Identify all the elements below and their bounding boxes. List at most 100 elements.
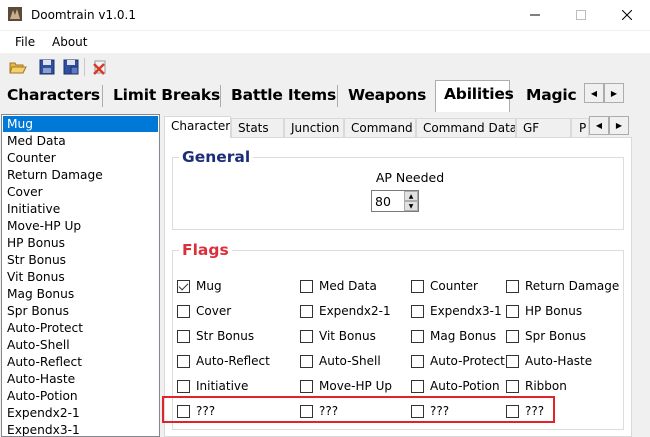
flag-checkbox[interactable]: Spr Bonus bbox=[506, 328, 586, 344]
maximize-icon bbox=[576, 10, 586, 20]
abilities-list[interactable]: Mug Med Data Counter Return Damage Cover… bbox=[1, 114, 160, 437]
list-item[interactable]: Auto-Potion bbox=[2, 388, 159, 405]
flag-label: HP Bonus bbox=[525, 304, 583, 318]
flags-title: Flags bbox=[179, 241, 232, 259]
list-item[interactable]: Initiative bbox=[2, 201, 159, 218]
tab-limit-breaks[interactable]: Limit Breaks bbox=[113, 82, 220, 110]
flag-checkbox[interactable]: Cover bbox=[177, 303, 231, 319]
list-item[interactable]: Med Data bbox=[2, 133, 159, 150]
checkbox[interactable] bbox=[506, 329, 519, 343]
checkbox[interactable] bbox=[300, 354, 313, 368]
save-icon[interactable] bbox=[38, 58, 56, 76]
main-tab-scroll: ◀ ▶ bbox=[584, 83, 624, 103]
list-item[interactable]: Mug bbox=[3, 116, 158, 132]
ap-needed-stepper[interactable]: 80 ▲ ▼ bbox=[371, 190, 419, 212]
list-item[interactable]: Expendx3-1 bbox=[2, 422, 159, 436]
checkbox[interactable] bbox=[177, 329, 190, 343]
tab-weapons[interactable]: Weapons bbox=[348, 82, 426, 110]
list-item[interactable]: Auto-Shell bbox=[2, 337, 159, 354]
spin-down-button[interactable]: ▼ bbox=[404, 201, 418, 211]
subtab-command-data[interactable]: Command Data bbox=[416, 118, 516, 138]
checkbox[interactable] bbox=[411, 304, 424, 318]
subtab-gf[interactable]: GF bbox=[516, 118, 571, 138]
subtab-command[interactable]: Command bbox=[344, 118, 416, 138]
tab-magic[interactable]: Magic bbox=[526, 82, 577, 110]
ap-needed-value[interactable]: 80 bbox=[375, 194, 391, 209]
flag-label: Auto-Shell bbox=[319, 354, 381, 368]
list-item[interactable]: HP Bonus bbox=[2, 235, 159, 252]
subtab-scroll-right-button[interactable]: ▶ bbox=[609, 116, 629, 135]
flag-label: Expendx3-1 bbox=[430, 304, 502, 318]
menu-file[interactable]: File bbox=[15, 35, 35, 49]
checkbox[interactable] bbox=[300, 329, 313, 343]
flag-checkbox[interactable]: Auto-Reflect bbox=[177, 353, 270, 369]
flag-checkbox[interactable]: Med Data bbox=[300, 278, 377, 294]
list-item[interactable]: Spr Bonus bbox=[2, 303, 159, 320]
flag-checkbox[interactable]: Initiative bbox=[177, 378, 248, 394]
vertical-scrollbar[interactable] bbox=[632, 137, 649, 437]
save-as-icon[interactable] bbox=[62, 58, 80, 76]
list-item[interactable]: Mag Bonus bbox=[2, 286, 159, 303]
checkbox[interactable] bbox=[300, 379, 313, 393]
flag-checkbox[interactable]: Str Bonus bbox=[177, 328, 254, 344]
maximize-button[interactable] bbox=[558, 0, 604, 30]
checkbox[interactable] bbox=[300, 304, 313, 318]
flag-checkbox[interactable]: Return Damage bbox=[506, 278, 619, 294]
minimize-button[interactable] bbox=[512, 0, 558, 30]
list-item[interactable]: Str Bonus bbox=[2, 252, 159, 269]
flag-checkbox[interactable]: Expendx2-1 bbox=[300, 303, 391, 319]
flag-checkbox[interactable]: Auto-Protect bbox=[411, 353, 505, 369]
flag-checkbox[interactable]: Move-HP Up bbox=[300, 378, 392, 394]
checkbox[interactable] bbox=[506, 279, 519, 293]
list-item[interactable]: Move-HP Up bbox=[2, 218, 159, 235]
checkbox[interactable] bbox=[411, 354, 424, 368]
subtab-junction[interactable]: Junction bbox=[284, 118, 344, 138]
checkbox[interactable] bbox=[506, 304, 519, 318]
flag-checkbox[interactable]: Mug bbox=[177, 278, 222, 294]
close-file-icon[interactable] bbox=[91, 58, 109, 76]
tab-abilities[interactable]: Abilities bbox=[435, 80, 514, 112]
subtab-stats[interactable]: Stats bbox=[231, 118, 284, 138]
spin-up-button[interactable]: ▲ bbox=[404, 191, 418, 201]
flag-checkbox[interactable]: Counter bbox=[411, 278, 478, 294]
tab-battle-items[interactable]: Battle Items bbox=[231, 82, 336, 110]
flag-checkbox[interactable]: Auto-Potion bbox=[411, 378, 500, 394]
close-window-button[interactable] bbox=[604, 0, 650, 30]
list-item[interactable]: Auto-Reflect bbox=[2, 354, 159, 371]
flag-checkbox[interactable]: Auto-Shell bbox=[300, 353, 381, 369]
flag-label: Counter bbox=[430, 279, 478, 293]
checkbox[interactable] bbox=[177, 304, 190, 318]
checkbox[interactable] bbox=[411, 379, 424, 393]
checkbox[interactable] bbox=[506, 354, 519, 368]
checkbox[interactable] bbox=[177, 354, 190, 368]
flag-checkbox[interactable]: Auto-Haste bbox=[506, 353, 592, 369]
flag-checkbox[interactable]: Vit Bonus bbox=[300, 328, 376, 344]
flag-checkbox[interactable]: Ribbon bbox=[506, 378, 567, 394]
list-item[interactable]: Auto-Haste bbox=[2, 371, 159, 388]
subtab-partial[interactable]: P bbox=[571, 118, 589, 138]
tab-characters[interactable]: Characters bbox=[7, 82, 100, 110]
tab-scroll-left-button[interactable]: ◀ bbox=[584, 83, 604, 103]
folder-open-icon[interactable] bbox=[9, 58, 27, 76]
checkbox[interactable] bbox=[506, 379, 519, 393]
subtab-scroll-left-button[interactable]: ◀ bbox=[589, 116, 609, 135]
list-item[interactable]: Cover bbox=[2, 184, 159, 201]
list-item[interactable]: Auto-Protect bbox=[2, 320, 159, 337]
list-item[interactable]: Vit Bonus bbox=[2, 269, 159, 286]
title-bar: Doomtrain v1.0.1 bbox=[0, 0, 650, 30]
subtab-character[interactable]: Character bbox=[164, 116, 231, 138]
checkbox[interactable] bbox=[300, 279, 313, 293]
flag-checkbox[interactable]: HP Bonus bbox=[506, 303, 582, 319]
checkbox[interactable] bbox=[177, 279, 190, 293]
flag-checkbox[interactable]: Expendx3-1 bbox=[411, 303, 502, 319]
menu-about[interactable]: About bbox=[52, 35, 87, 49]
checkbox[interactable] bbox=[411, 279, 424, 293]
list-item[interactable]: Counter bbox=[2, 150, 159, 167]
tab-scroll-right-button[interactable]: ▶ bbox=[604, 83, 624, 103]
tab-divider bbox=[102, 85, 103, 107]
list-item[interactable]: Return Damage bbox=[2, 167, 159, 184]
list-item[interactable]: Expendx2-1 bbox=[2, 405, 159, 422]
checkbox[interactable] bbox=[411, 329, 424, 343]
flag-checkbox[interactable]: Mag Bonus bbox=[411, 328, 496, 344]
checkbox[interactable] bbox=[177, 379, 190, 393]
